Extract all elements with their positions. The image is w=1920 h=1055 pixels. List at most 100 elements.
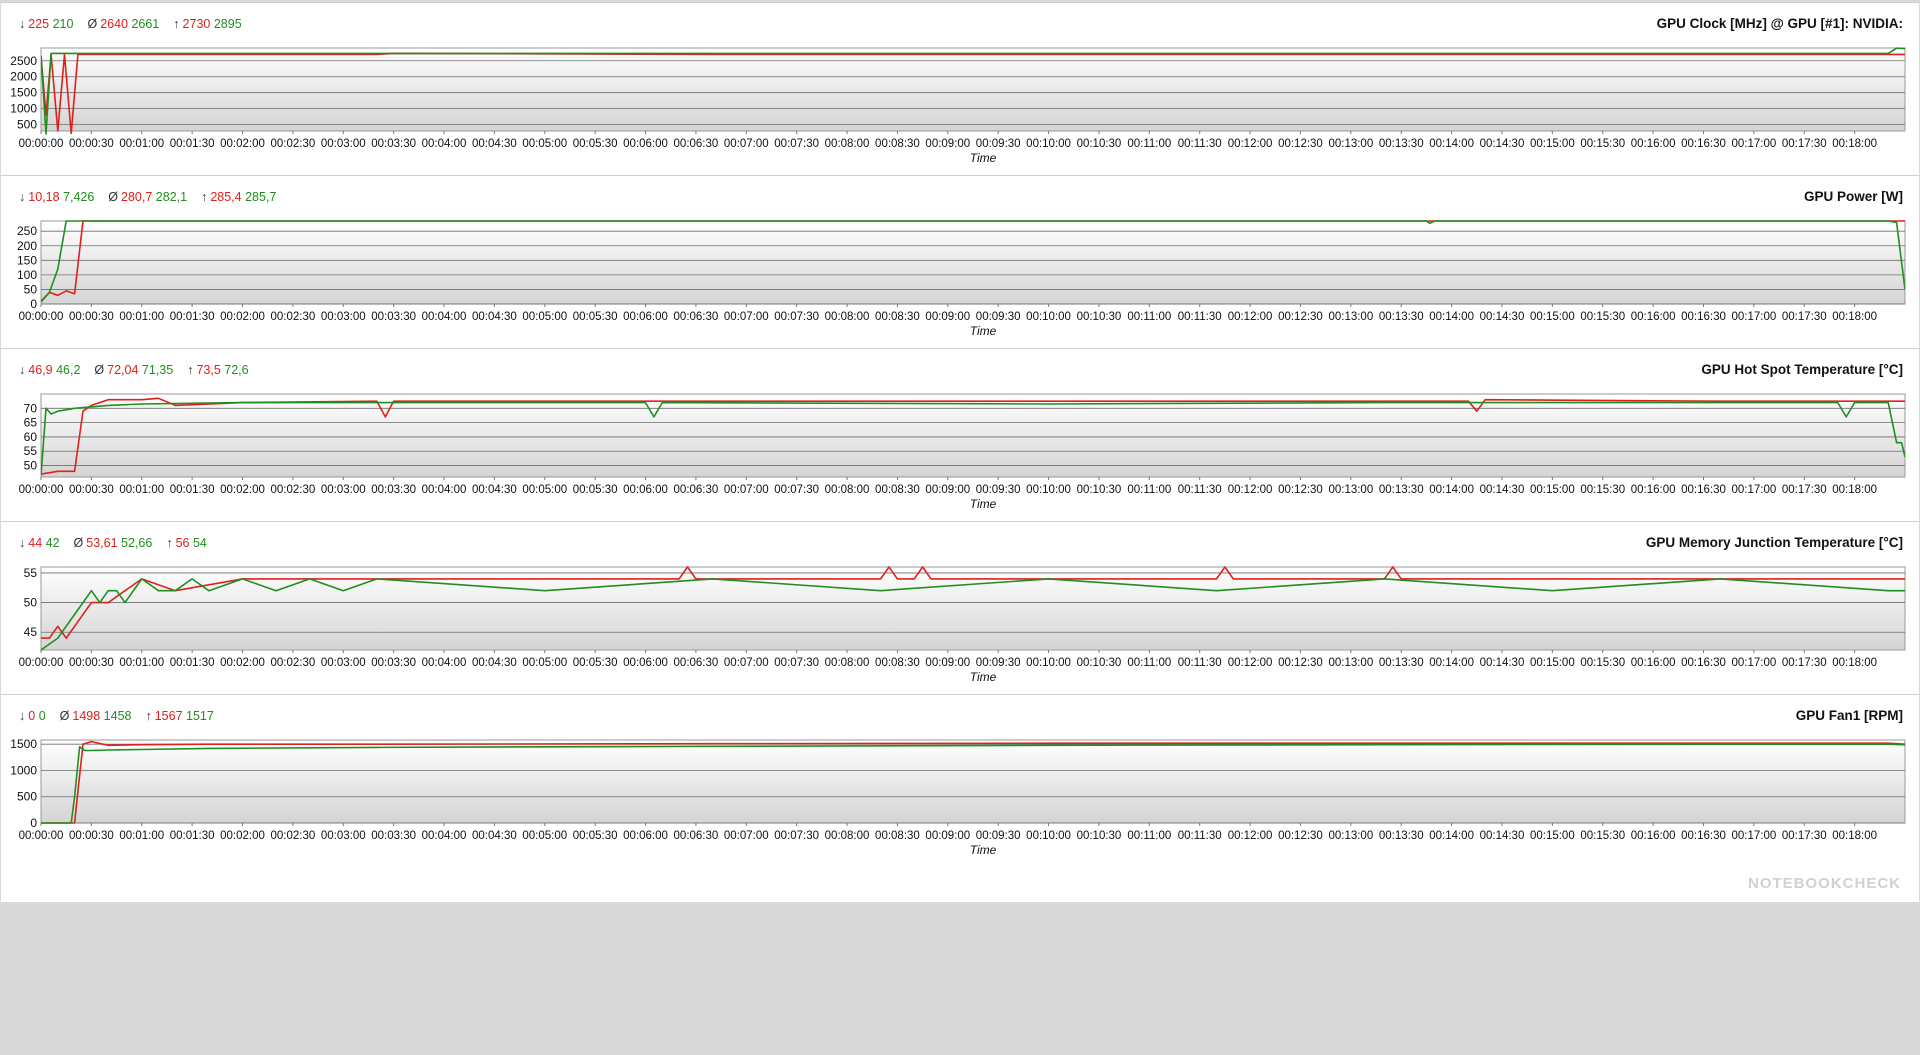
plot-area — [40, 220, 1906, 305]
x-tick-label: 00:09:00 — [925, 830, 970, 842]
x-tick-label: 00:11:30 — [1178, 657, 1222, 669]
x-tick-label: 00:17:30 — [1782, 830, 1827, 842]
x-tick-label: 00:06:30 — [674, 138, 719, 150]
x-tick-label: 00:00:00 — [19, 484, 64, 496]
x-tick-label: 00:10:00 — [1026, 830, 1071, 842]
x-tick-label: 00:17:00 — [1731, 484, 1776, 496]
x-tick-label: 00:09:30 — [976, 138, 1021, 150]
x-tick-label: 00:14:00 — [1429, 138, 1474, 150]
x-tick-label: 00:09:30 — [976, 484, 1021, 496]
x-tick-label: 00:07:00 — [724, 138, 769, 150]
x-tick-label: 00:03:00 — [321, 830, 366, 842]
x-tick-label: 00:00:00 — [19, 830, 64, 842]
x-tick-label: 00:03:30 — [371, 657, 416, 669]
x-tick-label: 00:02:00 — [220, 657, 265, 669]
x-tick-label: 00:00:00 — [19, 311, 64, 323]
x-tick-label: 00:00:00 — [19, 657, 64, 669]
y-tick-label: 1500 — [10, 86, 37, 100]
x-tick-label: 00:18:00 — [1832, 830, 1877, 842]
x-tick-label: 00:10:00 — [1026, 138, 1071, 150]
x-tick-label: 00:08:30 — [875, 138, 920, 150]
y-tick-label: 0 — [30, 816, 37, 830]
x-tick-label: 00:08:00 — [825, 657, 870, 669]
x-tick-label: 00:04:00 — [422, 484, 467, 496]
x-tick-label: 00:02:30 — [271, 657, 316, 669]
x-tick-label: 00:15:00 — [1530, 657, 1575, 669]
x-tick-label: 00:12:30 — [1278, 311, 1323, 323]
x-tick-label: 00:07:00 — [724, 657, 769, 669]
y-tick-label: 500 — [17, 790, 37, 804]
y-tick-label: 100 — [17, 268, 37, 282]
x-tick-label: 00:05:30 — [573, 138, 618, 150]
x-tick-label: 00:01:30 — [170, 657, 215, 669]
x-tick-label: 00:16:00 — [1631, 311, 1676, 323]
x-tick-label: 00:13:30 — [1379, 311, 1424, 323]
x-tick-label: 00:06:30 — [674, 311, 719, 323]
y-tick-label: 50 — [24, 459, 38, 473]
x-tick-label: 00:10:00 — [1026, 311, 1071, 323]
x-tick-label: 00:08:00 — [825, 484, 870, 496]
y-tick-label: 45 — [24, 625, 38, 639]
x-tick-label: 00:07:00 — [724, 311, 769, 323]
x-tick-label: 00:06:00 — [623, 311, 668, 323]
x-tick-label: 00:04:30 — [472, 138, 517, 150]
x-tick-label: 00:12:00 — [1228, 311, 1273, 323]
x-tick-label: 00:12:00 — [1228, 484, 1273, 496]
x-tick-label: 00:00:30 — [69, 657, 114, 669]
x-tick-label: 00:14:30 — [1480, 657, 1525, 669]
x-tick-label: 00:17:00 — [1731, 830, 1776, 842]
watermark: NOTEBOOKCHECK — [1747, 875, 1901, 892]
chart-svg: 500 1000 1500 2000 2500 00:00:00 00:00:30 00:01… — [10, 47, 1906, 165]
y-tick-label: 70 — [24, 401, 38, 415]
x-axis-label: Time — [970, 843, 997, 857]
x-tick-label: 00:10:30 — [1077, 311, 1122, 323]
x-axis-label: Time — [970, 497, 997, 511]
x-tick-label: 00:01:30 — [170, 311, 215, 323]
x-tick-label: 00:01:30 — [170, 830, 215, 842]
x-tick-label: 00:06:00 — [623, 484, 668, 496]
chart-svg: 0 500 1000 1500 00:00:00 00:00:30 00:01:00 00:0… — [10, 737, 1906, 857]
x-tick-label: 00:04:30 — [472, 830, 517, 842]
x-tick-label: 00:02:00 — [220, 484, 265, 496]
x-tick-label: 00:07:00 — [724, 830, 769, 842]
x-tick-label: 00:04:00 — [422, 138, 467, 150]
x-tick-label: 00:05:00 — [522, 830, 567, 842]
x-tick-label: 00:00:30 — [69, 484, 114, 496]
x-tick-label: 00:18:00 — [1832, 311, 1877, 323]
x-tick-label: 00:09:30 — [976, 311, 1021, 323]
y-tick-label: 150 — [17, 253, 37, 267]
x-tick-label: 00:01:00 — [119, 311, 164, 323]
x-tick-label: 00:05:00 — [522, 657, 567, 669]
chart-svg: 050100150200250 00:00:00 00:00:30 00:01:00 0… — [17, 220, 1906, 338]
x-tick-label: 00:04:00 — [422, 657, 467, 669]
x-tick-label: 00:13:00 — [1328, 311, 1373, 323]
x-tick-label: 00:17:30 — [1782, 138, 1827, 150]
x-tick-label: 00:05:00 — [522, 484, 567, 496]
x-tick-label: 00:02:30 — [271, 830, 316, 842]
x-tick-label: 00:00:30 — [69, 138, 114, 150]
x-tick-label: 00:01:00 — [119, 657, 164, 669]
x-tick-label: 00:11:30 — [1178, 138, 1222, 150]
x-tick-label: 00:17:30 — [1782, 657, 1827, 669]
y-tick-label: 50 — [24, 282, 38, 296]
x-tick-label: 00:16:00 — [1631, 138, 1676, 150]
x-tick-label: 00:11:30 — [1178, 311, 1222, 323]
x-tick-label: 00:01:00 — [119, 830, 164, 842]
x-tick-label: 00:10:30 — [1077, 138, 1122, 150]
x-tick-label: 00:09:30 — [976, 830, 1021, 842]
x-tick-label: 00:09:00 — [925, 138, 970, 150]
x-tick-label: 00:06:00 — [623, 138, 668, 150]
y-tick-label: 50 — [24, 596, 38, 610]
x-tick-label: 00:17:00 — [1731, 138, 1776, 150]
y-tick-label: 500 — [17, 118, 37, 132]
x-tick-label: 00:16:30 — [1681, 311, 1726, 323]
chart-svg: 5055606570 00:00:00 00:00:30 00:01:00 00:01:… — [19, 393, 1906, 511]
x-tick-label: 00:15:00 — [1530, 484, 1575, 496]
x-tick-label: 00:04:30 — [472, 657, 517, 669]
x-tick-label: 00:13:30 — [1379, 138, 1424, 150]
x-tick-label: 00:08:30 — [875, 311, 920, 323]
x-tick-label: 00:08:00 — [825, 138, 870, 150]
x-tick-label: 00:16:30 — [1681, 484, 1726, 496]
x-tick-label: 00:05:00 — [522, 138, 567, 150]
x-tick-label: 00:03:30 — [371, 830, 416, 842]
